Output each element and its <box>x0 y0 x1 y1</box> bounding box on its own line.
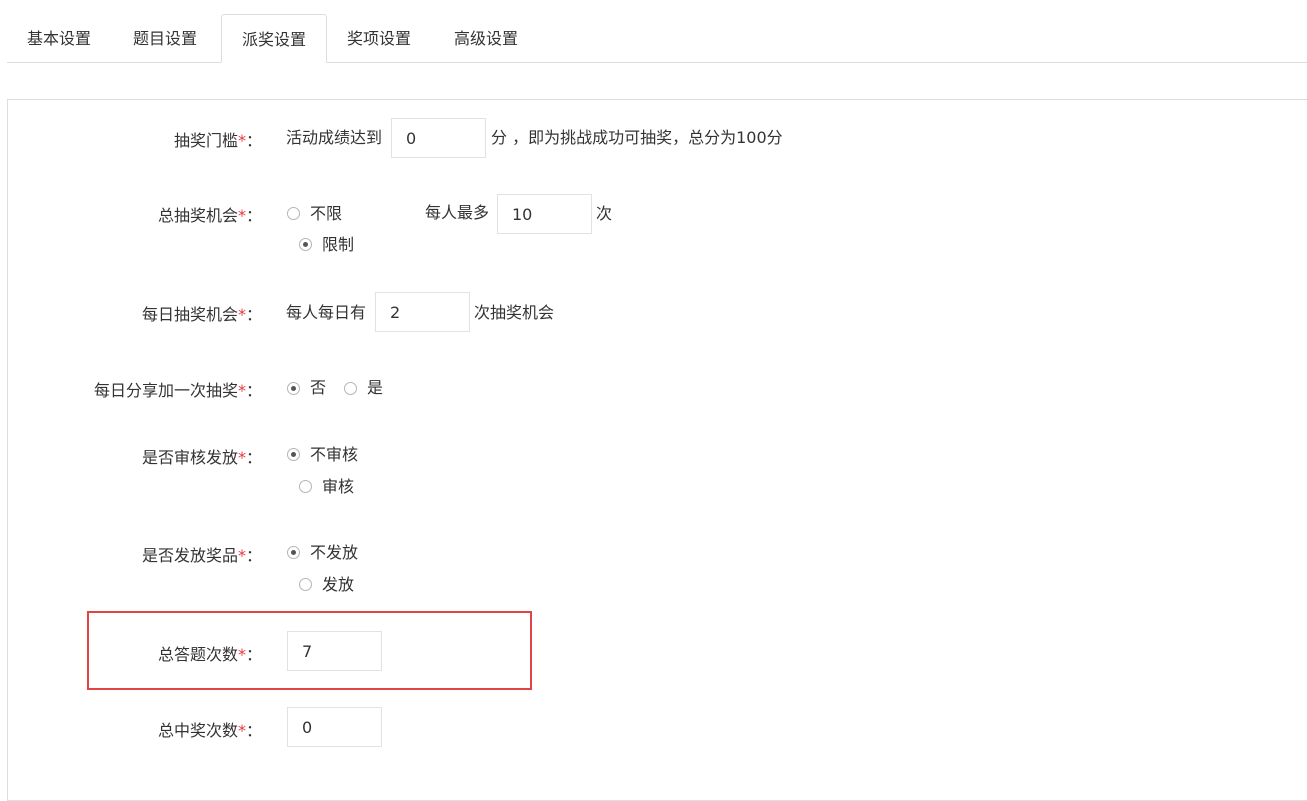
tab-basic-settings[interactable]: 基本设置 <box>7 14 111 62</box>
audit-no-label: 不审核 <box>310 445 359 464</box>
tab-award-settings[interactable]: 奖项设置 <box>327 14 431 62</box>
total-answers-input[interactable] <box>287 631 382 671</box>
daily-share-yes-radio[interactable] <box>344 382 357 395</box>
prize-dispatch-yes-radio[interactable] <box>299 578 312 591</box>
per-person-max-input[interactable] <box>497 194 592 234</box>
audit-yes-radio[interactable] <box>299 480 312 493</box>
tab-question-settings[interactable]: 题目设置 <box>113 14 217 62</box>
total-answers-label: 总答题次数*： <box>157 645 262 664</box>
total-chances-limited-label: 限制 <box>322 235 355 254</box>
tab-prize-dispatch-settings[interactable]: 派奖设置 <box>221 14 328 63</box>
threshold-prefix: 活动成绩达到 <box>286 128 383 147</box>
daily-share-no-radio[interactable] <box>287 382 300 395</box>
daily-chances-suffix: 次抽奖机会 <box>474 303 555 322</box>
daily-chances-input[interactable] <box>375 292 470 332</box>
daily-share-yes-label: 是 <box>367 378 384 397</box>
total-chances-label: 总抽奖机会*： <box>157 206 262 225</box>
tab-advanced-settings[interactable]: 高级设置 <box>434 14 538 62</box>
total-chances-limited-radio[interactable] <box>299 238 312 251</box>
per-person-max-prefix: 每人最多 <box>425 203 490 222</box>
total-chances-unlimited-radio[interactable] <box>287 207 300 220</box>
per-person-max-suffix: 次 <box>596 204 613 223</box>
prize-dispatch-yes-label: 发放 <box>322 575 355 594</box>
threshold-score-input[interactable] <box>391 118 486 158</box>
prize-dispatch-no-radio[interactable] <box>287 546 300 559</box>
daily-chances-label: 每日抽奖机会*： <box>141 305 262 324</box>
audit-label: 是否审核发放*： <box>141 448 262 467</box>
audit-yes-label: 审核 <box>322 477 355 496</box>
daily-share-no-label: 否 <box>310 378 327 397</box>
total-wins-label: 总中奖次数*： <box>157 721 262 740</box>
threshold-suffix: 分 ，即为挑战成功可抽奖，总分为100分 <box>491 128 783 147</box>
daily-share-label: 每日分享加一次抽奖*： <box>93 381 262 400</box>
audit-no-radio[interactable] <box>287 448 300 461</box>
prize-dispatch-no-label: 不发放 <box>310 543 359 562</box>
total-wins-input[interactable] <box>287 707 382 747</box>
threshold-label: 抽奖门槛*： <box>173 131 262 150</box>
settings-tabs: 基本设置 题目设置 派奖设置 奖项设置 高级设置 <box>7 14 1307 63</box>
prize-dispatch-label: 是否发放奖品*： <box>141 546 262 565</box>
daily-chances-prefix: 每人每日有 <box>286 303 367 322</box>
total-chances-unlimited-label: 不限 <box>310 204 343 223</box>
